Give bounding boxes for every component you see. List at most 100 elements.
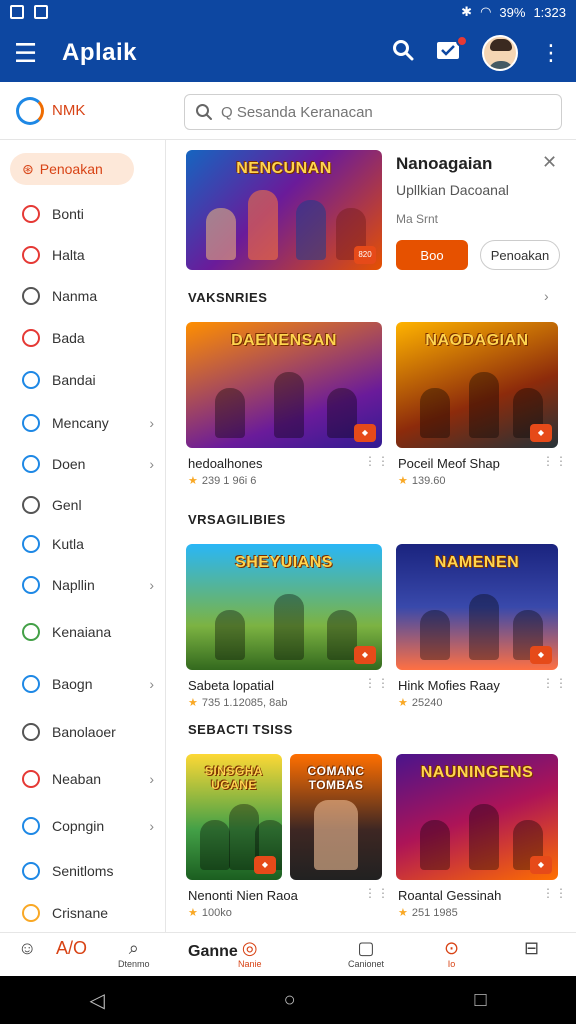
chevron-right-icon: ›	[149, 818, 154, 834]
nav-section-title: Ganne	[188, 943, 238, 960]
sidebar-item[interactable]: Bonti	[0, 194, 166, 234]
sidebar-item[interactable]: Kutla	[0, 524, 166, 564]
sidebar-item-label: Kenaiana	[52, 624, 112, 640]
brand[interactable]: NMK	[0, 96, 166, 125]
search-icon[interactable]	[392, 39, 414, 67]
more-options-icon[interactable]: ⋮⋮	[542, 676, 568, 690]
game-thumbnail[interactable]: NAUNINGENS ◆	[396, 754, 558, 880]
nav-profile[interactable]: ☺	[18, 937, 36, 959]
nav-home[interactable]: A/O	[56, 937, 87, 959]
rating-value: 251 1985	[411, 907, 458, 919]
more-options-icon[interactable]: ⋮⋮	[364, 886, 390, 900]
avatar[interactable]	[482, 35, 518, 71]
app-title: Aplaik	[62, 39, 138, 66]
bluetooth-icon: ✱	[461, 4, 473, 19]
thumbnail-text: NAUNINGENS	[420, 764, 534, 781]
nav-apps[interactable]: ▢ Canionet	[348, 937, 384, 969]
more-options-icon[interactable]: ⋮⋮	[542, 886, 568, 900]
sidebar-item-active[interactable]: ⊛ Penoakan	[10, 153, 134, 185]
game-title[interactable]: Hink Mofies Raay	[398, 678, 500, 693]
sidebar-item[interactable]: Crisnane	[0, 893, 166, 933]
nav-label: Dtenmo	[118, 959, 150, 969]
sidebar-item[interactable]: Bada	[0, 318, 166, 358]
rating-value: 25240	[411, 697, 443, 709]
sidebar-item[interactable]: Banolaoer	[0, 712, 166, 752]
more-options-icon[interactable]: ⋮⋮	[542, 454, 568, 468]
game-thumbnail[interactable]: NAODAGIAN ◆	[396, 322, 558, 448]
chevron-right-icon[interactable]: ›	[544, 288, 549, 304]
sidebar-item-label: Bada	[52, 330, 85, 346]
category-icon	[22, 535, 40, 553]
status-bar: ✱ ◠ 39% 1:323	[0, 0, 576, 24]
games-icon: ◎	[241, 938, 258, 958]
search-icon	[196, 104, 212, 120]
category-icon	[22, 329, 40, 347]
more-options-icon[interactable]: ⋮⋮	[364, 454, 390, 468]
featured-thumbnail[interactable]: NENCUNAN 820	[186, 150, 382, 270]
game-thumbnail[interactable]: NAMENEN ◆	[396, 544, 558, 670]
character-figure	[314, 800, 358, 870]
brand-name: NMK	[52, 102, 86, 119]
featured-tag: 820	[354, 246, 376, 264]
search-input[interactable]	[221, 103, 521, 121]
star-icon: ★	[188, 475, 198, 487]
nav-games[interactable]: ◎ Nanie	[238, 937, 262, 969]
character-figure	[469, 594, 499, 660]
sidebar-item[interactable]: Nanma	[0, 276, 166, 316]
back-icon[interactable]: ◁	[89, 988, 104, 1013]
featured-thumbnail-text: NENCUNAN	[236, 160, 332, 177]
nav-library[interactable]: ⊟	[524, 937, 539, 959]
sidebar-item[interactable]: Mencany ›	[0, 403, 166, 443]
sidebar-item[interactable]: Bandai	[0, 360, 166, 400]
nav-label: Nanie	[238, 959, 262, 969]
more-options-icon[interactable]: ⋮⋮	[364, 676, 390, 690]
star-icon: ★	[398, 475, 408, 487]
close-icon[interactable]: ✕	[542, 152, 557, 173]
nav-offers[interactable]: ⊙ Io	[444, 937, 459, 969]
character-figure	[215, 388, 245, 438]
game-thumbnail[interactable]: DAENENSAN ◆	[186, 322, 382, 448]
sidebar-item[interactable]: Baogn ›	[0, 664, 166, 704]
secondary-button[interactable]: Penoakan	[480, 240, 560, 270]
wifi-icon: ◠	[480, 4, 492, 19]
home-icon[interactable]: ○	[284, 989, 296, 1012]
sidebar-item[interactable]: Kenaiana	[0, 612, 166, 652]
sidebar-item[interactable]: Neaban ›	[0, 759, 166, 799]
sidebar-item[interactable]: Doen ›	[0, 444, 166, 484]
game-title[interactable]: Poceil Meof Shap	[398, 456, 500, 471]
sidebar-item[interactable]: Genl	[0, 485, 166, 525]
nav-label: Canionet	[348, 959, 385, 969]
sidebar-item[interactable]: Senitloms	[0, 851, 166, 891]
character-figure	[215, 610, 245, 660]
search-box[interactable]	[184, 94, 562, 130]
game-title[interactable]: Roantal Gessinah	[398, 888, 501, 903]
chevron-right-icon: ›	[149, 415, 154, 431]
section-title: VAKSNRIES	[188, 290, 268, 305]
game-rating: ★ 25240	[398, 696, 442, 709]
sidebar-item-label: Kutla	[52, 536, 84, 552]
game-title[interactable]: Sabeta lopatial	[188, 678, 274, 693]
hamburger-menu-icon[interactable]: ☰	[14, 38, 48, 69]
game-title[interactable]: hedoalhones	[188, 456, 262, 471]
rating-value: 139.60	[411, 475, 446, 487]
rating-value: 735 1.12085, 8ab	[201, 697, 288, 709]
recents-icon[interactable]: □	[474, 989, 486, 1012]
game-title[interactable]: Nenonti Nien Raoa	[188, 888, 298, 903]
sidebar-item[interactable]: Copngin ›	[0, 806, 166, 846]
rating-tag-icon: ◆	[530, 646, 552, 664]
nav-search[interactable]: ⌕ Dtenmo	[118, 937, 150, 969]
game-thumbnail[interactable]: SINSGHA UGANE ◆	[186, 754, 282, 880]
sidebar-item-label: Copngin	[52, 818, 105, 834]
brand-logo-icon	[16, 96, 44, 125]
game-thumbnail[interactable]: COMANC TOMBAS	[290, 754, 382, 880]
rating-value: 100ko	[201, 907, 232, 919]
game-thumbnail[interactable]: SHEYUIANS ◆	[186, 544, 382, 670]
inbox-icon[interactable]	[436, 35, 468, 67]
sidebar-item-label: Baogn	[52, 676, 93, 692]
notification-icon	[34, 5, 48, 19]
sidebar-item[interactable]: Halta	[0, 235, 166, 275]
more-vertical-icon[interactable]: ⋮	[540, 40, 562, 66]
category-icon	[22, 205, 40, 223]
primary-button[interactable]: Boo	[396, 240, 468, 270]
sidebar-item[interactable]: Napllin ›	[0, 565, 166, 605]
